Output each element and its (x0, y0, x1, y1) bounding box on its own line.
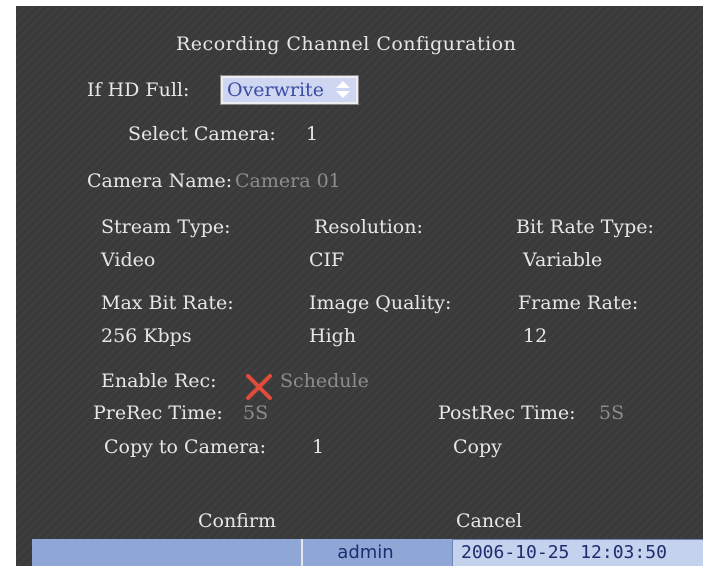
select-camera-value[interactable]: 1 (306, 123, 318, 145)
bit-rate-type-label: Bit Rate Type: (516, 216, 654, 238)
page-title: Recording Channel Configuration (176, 33, 517, 55)
current-user: admin (337, 542, 394, 563)
enable-rec-label: Enable Rec: (101, 370, 217, 392)
max-bit-rate-label: Max Bit Rate: (101, 292, 234, 314)
status-bar: admin 2006-10-25 12:03:50 (32, 539, 703, 566)
up-down-arrows-icon (336, 81, 350, 99)
datetime-display: 2006-10-25 12:03:50 (452, 539, 703, 566)
if-hd-full-label: If HD Full: (87, 79, 190, 101)
resolution-value[interactable]: CIF (309, 249, 344, 271)
postrec-time-label: PostRec Time: (438, 402, 576, 424)
frame-rate-value[interactable]: 12 (523, 325, 547, 347)
stream-type-value[interactable]: Video (101, 249, 155, 271)
image-quality-value[interactable]: High (309, 325, 356, 347)
copy-button[interactable]: Copy (453, 436, 502, 458)
copy-to-camera-value[interactable]: 1 (312, 436, 324, 458)
if-hd-full-select[interactable]: Overwrite (220, 75, 359, 105)
x-mark-icon[interactable] (244, 372, 274, 402)
select-camera-label: Select Camera: (128, 123, 276, 145)
camera-name-label: Camera Name: (87, 170, 233, 192)
confirm-button[interactable]: Confirm (198, 510, 276, 532)
resolution-label: Resolution: (314, 216, 423, 238)
dvr-config-screen: Recording Channel Configuration If HD Fu… (16, 6, 703, 566)
image-quality-label: Image Quality: (309, 292, 452, 314)
cancel-button[interactable]: Cancel (456, 510, 522, 532)
if-hd-full-value: Overwrite (227, 79, 324, 101)
bit-rate-type-value[interactable]: Variable (523, 249, 602, 271)
prerec-time-label: PreRec Time: (93, 402, 223, 424)
copy-to-camera-label: Copy to Camera: (104, 436, 266, 458)
prerec-time-value[interactable]: 5S (243, 402, 268, 424)
stream-type-label: Stream Type: (101, 216, 231, 238)
max-bit-rate-value[interactable]: 256 Kbps (101, 325, 192, 347)
camera-name-field[interactable]: Camera 01 (235, 170, 341, 192)
schedule-button[interactable]: Schedule (280, 370, 369, 392)
postrec-time-value[interactable]: 5S (599, 402, 624, 424)
frame-rate-label: Frame Rate: (518, 292, 639, 314)
